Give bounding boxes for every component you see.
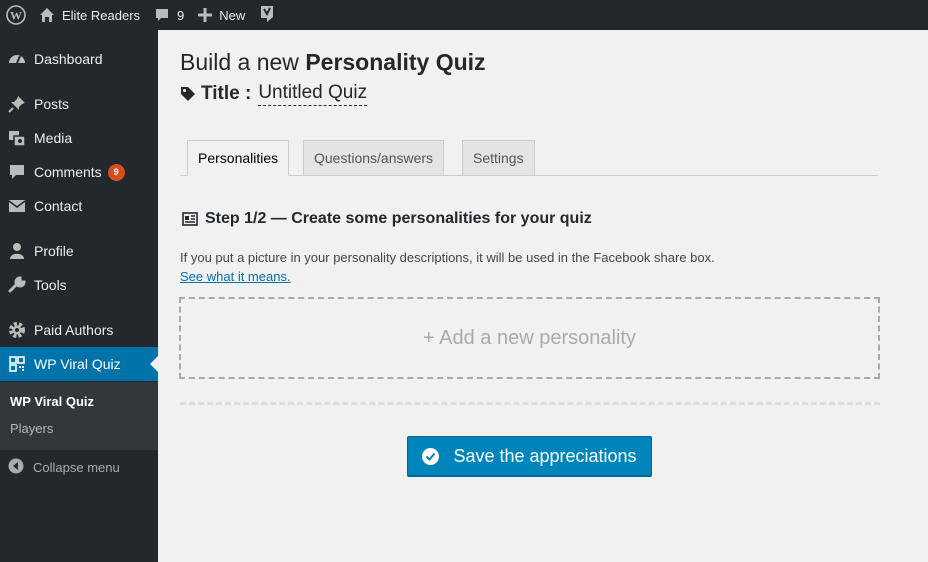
- add-personality-button[interactable]: + Add a new personality: [179, 297, 880, 379]
- dashboard-icon: [7, 49, 27, 69]
- save-appreciations-button[interactable]: Save the appreciations: [407, 436, 652, 476]
- submenu-item-wp-viral-quiz[interactable]: WP Viral Quiz: [10, 394, 94, 409]
- menu-label-posts: Posts: [34, 96, 70, 112]
- menu-item-tools[interactable]: Tools: [0, 268, 158, 302]
- quiz-title-label: Title :: [201, 83, 252, 104]
- mail-icon: [7, 196, 27, 216]
- tag-icon: [180, 86, 196, 102]
- svg-text:W: W: [10, 9, 22, 23]
- menu-label-contact: Contact: [34, 198, 83, 214]
- home-icon: [39, 7, 55, 23]
- plus-icon: [198, 8, 213, 22]
- see-what-it-means-link[interactable]: See what it means.: [180, 269, 291, 284]
- menu-item-wp-viral-quiz[interactable]: WP Viral Quiz: [0, 347, 158, 381]
- menu-label-paid-authors: Paid Authors: [34, 322, 114, 338]
- tab-questions-answers[interactable]: Questions/answers: [303, 140, 445, 176]
- wordpress-logo-icon: W: [6, 5, 26, 25]
- check-circle-icon: [422, 447, 440, 465]
- comments-badge: 9: [107, 163, 125, 181]
- menu-item-media[interactable]: Media: [0, 121, 158, 155]
- step-heading: Step 1/2 — Create some personalities for…: [182, 210, 592, 228]
- comments-link[interactable]: 9: [147, 0, 191, 30]
- wp-viral-quiz-submenu: WP Viral Quiz Players: [0, 382, 158, 450]
- menu-item-dashboard[interactable]: Dashboard: [0, 42, 158, 76]
- menu-label-comments: Comments: [34, 164, 102, 180]
- quiz-tabs: Personalities Questions/answers Settings: [180, 140, 878, 176]
- id-card-icon: [182, 211, 198, 227]
- menu-label-profile: Profile: [34, 243, 74, 259]
- comment-bubble-icon: [154, 7, 170, 23]
- quiz-title-row: Title : Untitled Quiz: [180, 82, 368, 106]
- collapse-arrow-icon: [8, 458, 26, 476]
- admin-sidebar: Dashboard Posts Media Comments 9 Contact…: [0, 30, 158, 562]
- new-label: New: [219, 7, 246, 23]
- user-icon: [7, 241, 27, 261]
- menu-item-paid-authors[interactable]: Paid Authors: [0, 313, 158, 347]
- collapse-label: Collapse menu: [33, 459, 120, 475]
- gear-icon: [7, 320, 27, 340]
- admin-bar: W Elite Readers 9 New: [0, 0, 928, 30]
- quiz-title-input[interactable]: Untitled Quiz: [258, 82, 368, 106]
- page-title: Build a new Personality Quiz: [180, 49, 486, 76]
- menu-label-tools: Tools: [34, 277, 67, 293]
- menu-item-posts[interactable]: Posts: [0, 87, 158, 121]
- menu-label-dashboard: Dashboard: [34, 51, 103, 67]
- step-heading-text: Step 1/2 — Create some personalities for…: [205, 210, 592, 227]
- tab-personalities[interactable]: Personalities: [187, 140, 290, 176]
- new-content-link[interactable]: New: [191, 0, 252, 30]
- pin-icon: [7, 94, 27, 114]
- menu-item-comments[interactable]: Comments 9: [0, 155, 158, 189]
- comments-count: 9: [177, 7, 185, 23]
- site-name-link[interactable]: Elite Readers: [32, 0, 147, 30]
- yoast-seo-button[interactable]: [252, 0, 282, 30]
- save-button-label: Save the appreciations: [453, 445, 637, 466]
- wordpress-logo-button[interactable]: W: [0, 0, 32, 30]
- comment-icon: [7, 162, 27, 182]
- menu-item-profile[interactable]: Profile: [0, 234, 158, 268]
- menu-item-contact[interactable]: Contact: [0, 189, 158, 223]
- menu-label-wp-viral-quiz: WP Viral Quiz: [34, 356, 121, 372]
- collapse-menu-button[interactable]: Collapse menu: [0, 454, 158, 480]
- step-description: If you put a picture in your personality…: [180, 250, 715, 265]
- qrcode-icon: [7, 354, 27, 374]
- tab-settings[interactable]: Settings: [462, 140, 535, 176]
- yoast-icon: [259, 5, 275, 26]
- submenu-item-players[interactable]: Players: [10, 421, 53, 436]
- site-name: Elite Readers: [62, 7, 141, 23]
- media-icon: [7, 128, 27, 148]
- page-title-prefix: Build a new: [180, 49, 306, 75]
- page-title-strong: Personality Quiz: [305, 49, 486, 75]
- menu-label-media: Media: [34, 130, 73, 146]
- main-content: Build a new Personality Quiz Title : Unt…: [158, 30, 928, 562]
- dashed-divider: [180, 402, 880, 405]
- wrench-icon: [7, 275, 27, 295]
